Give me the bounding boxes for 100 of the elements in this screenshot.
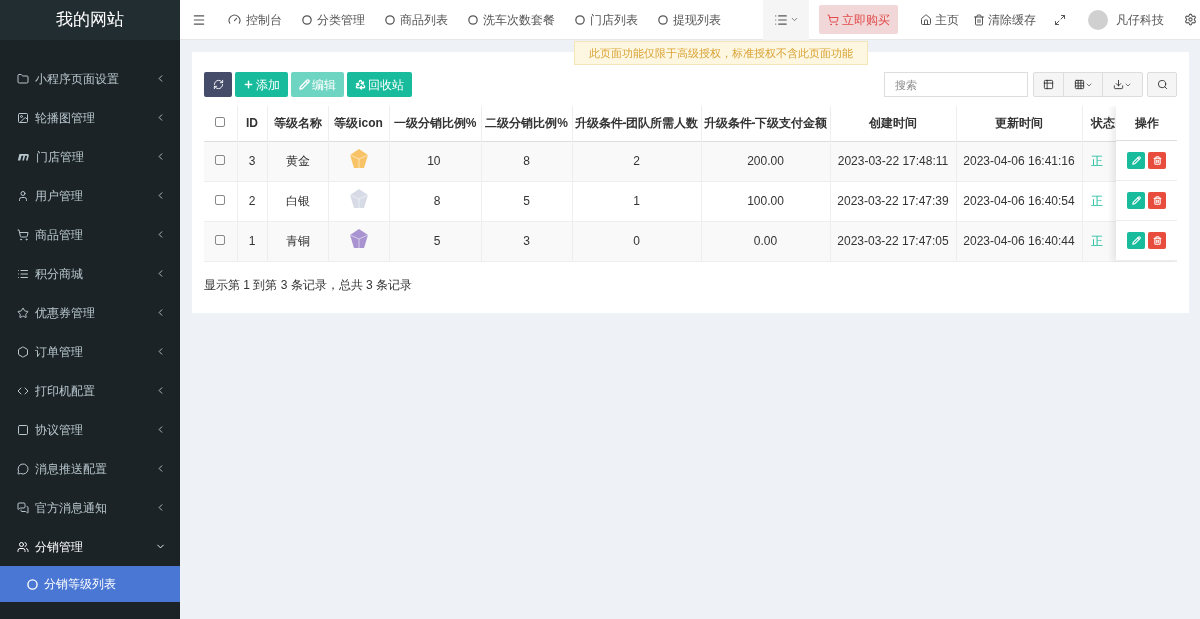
table-cell: 1: [633, 194, 640, 208]
settings-icon[interactable]: [1184, 13, 1197, 26]
gem-icon: [348, 227, 369, 250]
table-cell-text: 8: [432, 193, 442, 210]
cart-icon: [827, 13, 839, 26]
sidebar-item[interactable]: 分销管理: [0, 527, 180, 566]
column-header[interactable]: ID: [237, 114, 267, 133]
caret-icon: [789, 15, 799, 24]
column-header[interactable]: 创建时间: [830, 114, 956, 133]
nav-tab[interactable]: 控制台: [218, 0, 292, 40]
column-header: 操作: [1116, 106, 1177, 141]
list-dropdown-button[interactable]: [763, 0, 809, 40]
table-cell: 2023-04-06 16:40:54: [963, 194, 1075, 208]
table-cell: 2023-03-22 17:48:11: [837, 154, 949, 168]
clear-cache-link[interactable]: 清除缓存: [973, 10, 1036, 29]
table-cell: 2023-04-06 16:40:44: [963, 234, 1075, 248]
nav-tab[interactable]: 门店列表: [565, 0, 648, 40]
table-cell-text: 5: [432, 233, 442, 250]
refresh-button[interactable]: [204, 72, 232, 97]
search-field[interactable]: 搜索: [884, 72, 1028, 97]
sidebar-item[interactable]: 订单管理: [0, 332, 180, 371]
delete-button[interactable]: [1148, 152, 1166, 169]
circle-icon: [385, 14, 395, 25]
site-title: 我的网站: [0, 0, 180, 40]
column-header[interactable]: 状态: [1090, 114, 1115, 133]
edit-button[interactable]: [1127, 232, 1145, 249]
pagination-info: 显示第 1 到第 3 条记录，总共 3 条记录: [204, 276, 414, 294]
search-button[interactable]: [1147, 72, 1177, 97]
nav-tab[interactable]: 洗车次数套餐: [458, 0, 565, 40]
circle-icon: [575, 14, 585, 25]
sidebar-item[interactable]: 协议管理: [0, 410, 180, 449]
row-checkbox[interactable]: [215, 235, 226, 245]
pencil-icon: [1131, 236, 1141, 245]
row-checkbox[interactable]: [215, 155, 226, 165]
trash-icon: [1152, 196, 1162, 205]
table-cell: 2: [248, 194, 256, 208]
nav-tab[interactable]: 分类管理: [292, 0, 375, 40]
plus-icon: [243, 79, 254, 90]
table-cell: 3: [523, 234, 530, 248]
search-icon: [1156, 79, 1168, 90]
edit-button[interactable]: [1127, 192, 1145, 209]
sidebar-item[interactable]: 轮播图管理: [0, 98, 180, 137]
home-icon: [920, 13, 932, 26]
pencil-icon: [1131, 196, 1141, 205]
fullscreen-icon[interactable]: [1054, 13, 1066, 26]
circle-icon: [27, 578, 38, 590]
table-cell: 2023-03-22 17:47:39: [837, 194, 949, 208]
sidebar-item[interactable]: 用户管理: [0, 176, 180, 215]
nav-tab[interactable]: 提现列表: [648, 0, 731, 40]
column-header[interactable]: 升级条件-下级支付金额: [701, 114, 830, 133]
gem-icon: [348, 147, 369, 170]
sidebar-item[interactable]: 消息推送配置: [0, 449, 180, 488]
table-cell: 3: [248, 154, 256, 168]
circle-icon: [658, 14, 668, 25]
select-all-checkbox[interactable]: [215, 117, 226, 128]
refresh-icon: [212, 79, 224, 90]
table-cell-text: 10: [426, 153, 442, 170]
table-cell: 0: [633, 234, 640, 248]
table-cell: 1: [248, 234, 256, 248]
trash-icon: [973, 13, 985, 26]
gem-icon: [348, 187, 369, 210]
recycle-icon: [355, 79, 366, 90]
table-cell: 2: [633, 154, 640, 168]
sidebar-item[interactable]: 打印机配置: [0, 371, 180, 410]
circle-icon: [302, 14, 312, 25]
sidebar-item[interactable]: 商品管理: [0, 215, 180, 254]
column-header[interactable]: 二级分销比例%: [481, 114, 572, 133]
sidebar-item[interactable]: 优惠券管理: [0, 293, 180, 332]
user-name[interactable]: 凡仔科技: [1116, 10, 1164, 29]
home-link[interactable]: 主页: [920, 10, 959, 29]
sidebar-item[interactable]: 官方消息通知: [0, 488, 180, 527]
column-header[interactable]: 等级icon: [328, 114, 389, 133]
row-checkbox[interactable]: [215, 195, 226, 205]
delete-button[interactable]: [1148, 232, 1166, 249]
table-cell: 白银: [285, 194, 310, 208]
status-text: 正: [1090, 193, 1103, 210]
edit-button[interactable]: [1127, 152, 1145, 169]
table-cell: 0.00: [753, 234, 778, 248]
grid-icon: [1073, 79, 1085, 90]
table-icon: [1043, 79, 1054, 90]
trash-icon: [1152, 236, 1162, 245]
column-header[interactable]: 一级分销比例%: [389, 114, 481, 133]
status-text: 正: [1090, 233, 1103, 250]
delete-button[interactable]: [1148, 192, 1166, 209]
nav-tab[interactable]: 商品列表: [375, 0, 458, 40]
status-text: 正: [1090, 153, 1103, 170]
sidebar-subitem[interactable]: 分销等级列表: [0, 566, 180, 602]
sidebar-item[interactable]: 小程序页面设置: [0, 59, 180, 98]
notice-banner: 此页面功能仅限于高级授权，标准授权不含此页面功能: [574, 41, 868, 65]
sidebar-item[interactable]: 积分商城: [0, 254, 180, 293]
column-header[interactable]: 升级条件-团队所需人数: [572, 114, 701, 133]
pencil-icon: [299, 79, 310, 90]
column-header[interactable]: 等级名称: [267, 114, 328, 133]
column-header[interactable]: 更新时间: [956, 114, 1082, 133]
table-cell: 青铜: [285, 234, 310, 248]
table-cell: 200.00: [747, 154, 784, 168]
table-cell: 黄金: [285, 154, 310, 168]
sidebar-item[interactable]: 门店管理: [0, 137, 180, 176]
table-cell: 2023-04-06 16:41:16: [963, 154, 1075, 168]
list-icon: [773, 12, 788, 27]
